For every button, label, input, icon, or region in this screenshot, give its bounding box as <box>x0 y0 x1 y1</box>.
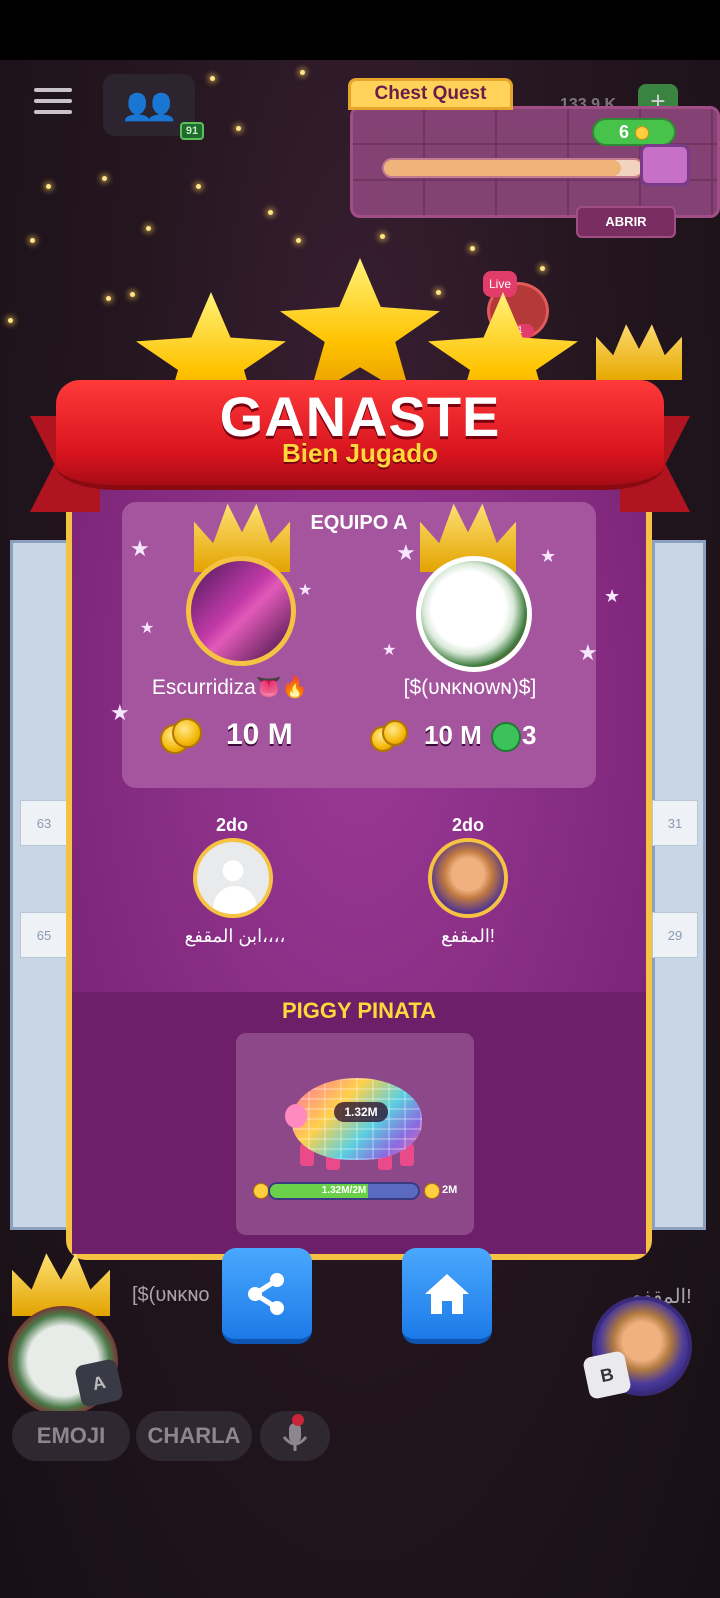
winner-name: Escurridiza👅🔥 <box>151 676 309 699</box>
piggy-snout <box>285 1104 307 1128</box>
status-bar <box>0 0 720 60</box>
emoji-button[interactable]: EMOJI <box>12 1411 130 1461</box>
friends-count-badge: 91 <box>180 122 204 140</box>
sparkle-star-icon: ★ <box>298 582 313 599</box>
winner-amount: 10 M <box>424 720 482 750</box>
dice-icon: A <box>74 1358 124 1408</box>
sparkle-star-icon: ★ <box>382 642 397 659</box>
home-icon <box>425 1274 469 1314</box>
winner-avatar[interactable] <box>186 556 296 666</box>
player-name: المقفع! <box>441 926 495 946</box>
board-right <box>652 540 706 1230</box>
coins-icon <box>370 720 416 754</box>
place-label: 2do <box>215 815 248 835</box>
result-subtitle: Bien Jugado <box>281 438 438 468</box>
coin-icon <box>253 1183 269 1199</box>
board-cell: 63 <box>20 800 68 846</box>
sparkle-star-icon: ★ <box>604 586 621 606</box>
coins-icon <box>160 718 206 754</box>
chest-quest-count: 6 <box>592 118 676 146</box>
chest-icon <box>640 144 690 186</box>
sparkle-star-icon: ★ <box>396 540 416 565</box>
coin-icon <box>424 1183 440 1199</box>
crown-badge-icon <box>491 722 521 752</box>
friends-icon: 👤👤 <box>121 92 178 122</box>
coin-icon <box>635 126 649 141</box>
winner-avatar[interactable] <box>416 556 532 672</box>
board-cell: 65 <box>20 912 68 958</box>
winner-amount: 10 M <box>226 718 293 751</box>
menu-icon[interactable] <box>34 88 72 116</box>
team-label: EQUIPO A <box>310 512 408 534</box>
piggy-current: 1.32M <box>334 1102 388 1122</box>
piggy-title: PIGGY PINATA <box>281 998 437 1023</box>
chat-button[interactable]: CHARLA <box>136 1411 252 1461</box>
board-cell: 29 <box>652 912 698 958</box>
sparkle-star-icon: ★ <box>540 546 557 566</box>
badge-count: 3 <box>522 720 537 750</box>
board-left <box>10 540 70 1230</box>
bottom-left-player-name: [$(ᴜɴᴋɴo <box>132 1284 210 1306</box>
chest-quest-count-value: 6 <box>618 122 629 142</box>
home-button[interactable] <box>402 1248 492 1344</box>
share-button[interactable] <box>222 1248 312 1344</box>
sparkle-star-icon: ★ <box>140 620 155 637</box>
mic-muted-indicator <box>292 1414 304 1426</box>
piggy-max: 2M <box>442 1184 458 1196</box>
sparkle-star-icon: ★ <box>110 700 130 725</box>
open-chest-button[interactable]: ABRIR <box>576 206 676 238</box>
player-avatar[interactable] <box>428 838 508 918</box>
chest-quest-title: Chest Quest <box>348 78 513 110</box>
sparkle-star-icon: ★ <box>578 640 598 665</box>
place-label: 2do <box>451 815 484 835</box>
player-avatar[interactable] <box>193 838 273 918</box>
sparkle-star-icon: ★ <box>130 536 150 561</box>
live-badge: Live <box>483 271 517 297</box>
share-icon <box>248 1273 284 1315</box>
dice-icon: B <box>582 1350 632 1400</box>
board-cell: 31 <box>652 800 698 846</box>
winner-name: [$(ᴜɴᴋɴoᴡɴ)$] <box>403 676 537 699</box>
piggy-progress-text: 1.32M/2M <box>321 1185 367 1196</box>
chest-quest-progress <box>382 158 644 178</box>
chest-quest-progress-fill <box>384 160 622 176</box>
player-name: ابن المقفع،،،، <box>184 926 286 946</box>
